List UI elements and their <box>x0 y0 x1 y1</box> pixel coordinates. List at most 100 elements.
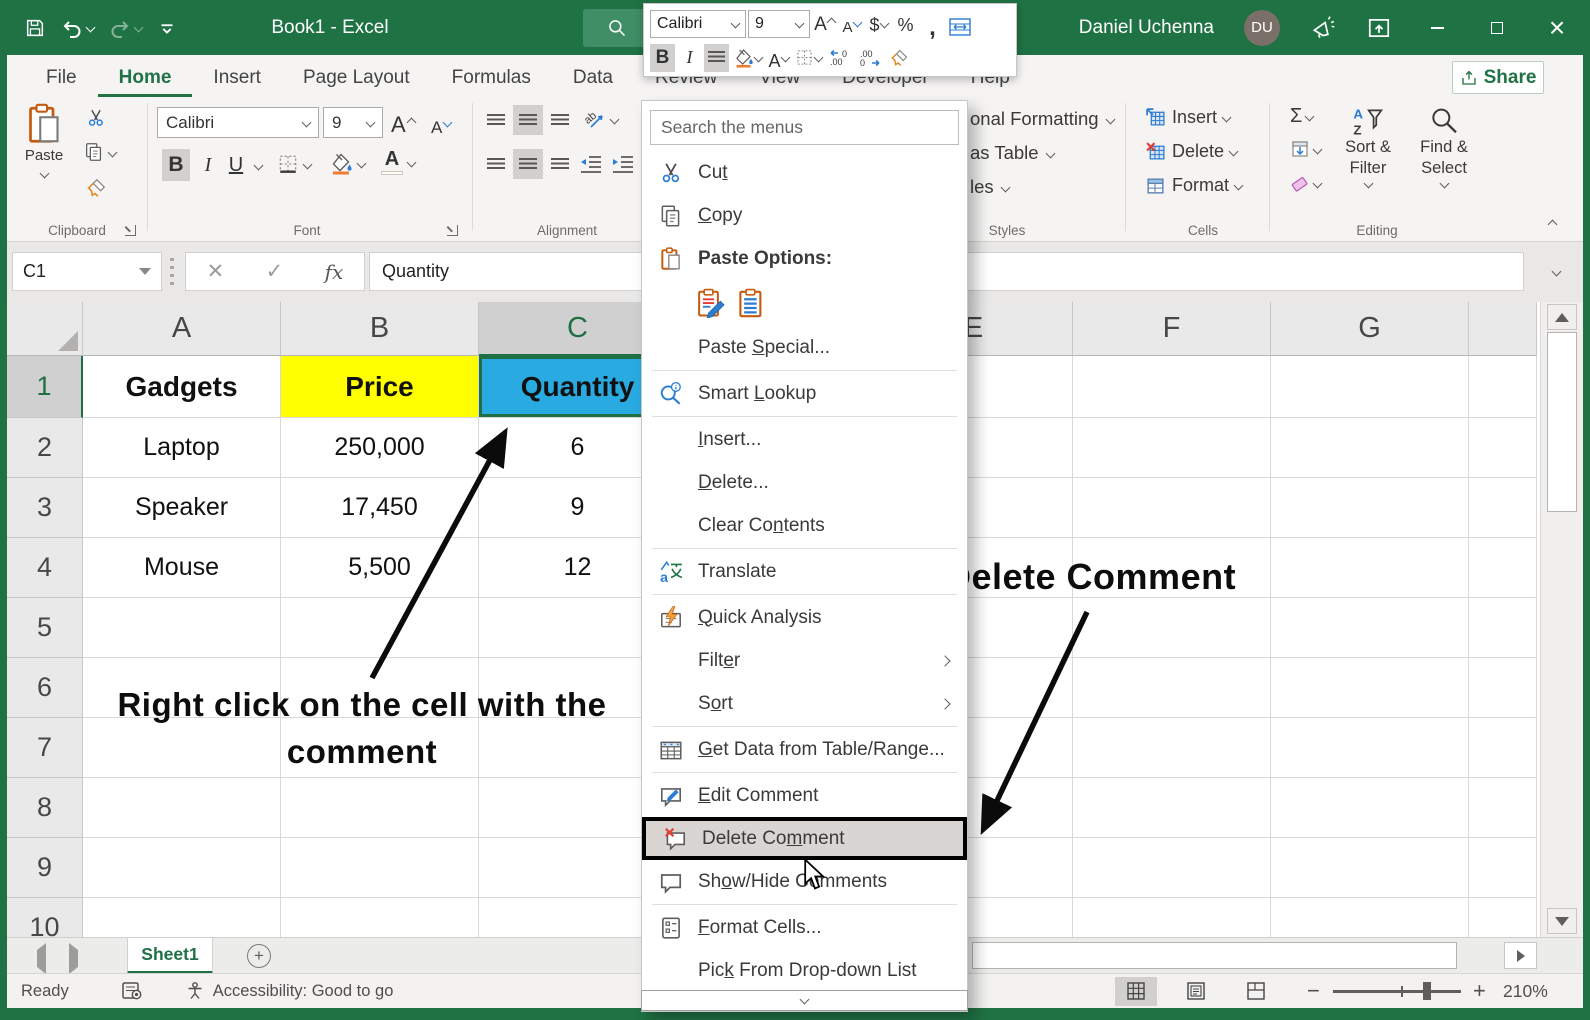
cell[interactable] <box>1073 418 1271 478</box>
tab-file[interactable]: File <box>25 59 98 97</box>
fill-color-icon[interactable] <box>329 151 365 175</box>
menu-item-get-data-from-table-range[interactable]: Get Data from Table/Range... <box>642 728 967 771</box>
mini-accounting-format-icon[interactable]: $ <box>866 10 891 38</box>
menu-item-edit-comment[interactable]: Edit Comment <box>642 774 967 817</box>
row-header-1[interactable]: 1 <box>7 356 83 418</box>
cell[interactable] <box>83 898 281 937</box>
cell[interactable] <box>281 898 479 937</box>
cell[interactable] <box>1073 778 1271 838</box>
row-header-3[interactable]: 3 <box>7 478 83 538</box>
cell[interactable] <box>1469 718 1537 778</box>
mini-merge-center-icon[interactable] <box>947 10 973 38</box>
collapse-ribbon-icon[interactable] <box>1548 220 1558 230</box>
cell[interactable] <box>83 838 281 898</box>
cell[interactable] <box>281 778 479 838</box>
cell[interactable] <box>1271 356 1469 418</box>
cell[interactable] <box>1073 356 1271 418</box>
delete-cells-button[interactable]: Delete <box>1145 141 1237 162</box>
minimize-button[interactable] <box>1422 13 1452 43</box>
format-painter-icon[interactable] <box>85 177 107 199</box>
format-as-table-fragment[interactable]: as Table <box>970 142 1054 164</box>
autosum-button[interactable]: Σ <box>1290 105 1313 128</box>
cell[interactable] <box>1469 838 1537 898</box>
mini-percent-format-icon[interactable]: % <box>893 10 918 38</box>
mini-fill-color-icon[interactable] <box>731 44 764 72</box>
borders-icon[interactable] <box>277 153 311 175</box>
cell[interactable] <box>1073 658 1271 718</box>
cell[interactable] <box>1469 478 1537 538</box>
underline-button[interactable]: U <box>223 149 249 181</box>
align-right-icon[interactable] <box>545 149 575 179</box>
column-header-a[interactable]: A <box>83 302 281 356</box>
cell[interactable] <box>83 598 281 658</box>
row-header-6[interactable]: 6 <box>7 658 83 718</box>
menu-item-delete-comment[interactable]: Delete Comment <box>642 817 967 860</box>
cell[interactable] <box>1271 838 1469 898</box>
menu-item-translate[interactable]: aTranslate <box>642 550 967 593</box>
cell[interactable] <box>1469 418 1537 478</box>
prev-sheet-icon[interactable] <box>37 950 46 968</box>
cell[interactable]: 5,500 <box>281 538 479 598</box>
column-header-b[interactable]: B <box>281 302 479 356</box>
expand-formula-bar-icon[interactable] <box>1531 252 1581 291</box>
align-bottom-icon[interactable] <box>545 105 575 135</box>
format-cells-button[interactable]: Format <box>1145 175 1242 196</box>
row-header-5[interactable]: 5 <box>7 598 83 658</box>
cell[interactable]: 250,000 <box>281 418 479 478</box>
undo-icon[interactable] <box>60 16 94 40</box>
insert-cells-button[interactable]: Insert <box>1145 107 1230 128</box>
cell[interactable] <box>1271 658 1469 718</box>
menu-item-delete[interactable]: Delete... <box>642 461 967 504</box>
sheet-tab-sheet1[interactable]: Sheet1 <box>127 938 213 974</box>
zoom-level[interactable]: 210% <box>1503 981 1548 1002</box>
cell[interactable]: Mouse <box>83 538 281 598</box>
menu-scroll-down-strip[interactable] <box>641 990 968 1011</box>
row-header-8[interactable]: 8 <box>7 778 83 838</box>
row-header-7[interactable]: 7 <box>7 718 83 778</box>
name-box[interactable]: C1 <box>12 252 162 291</box>
close-button[interactable]: × <box>1542 13 1572 43</box>
cell[interactable] <box>1271 718 1469 778</box>
cell[interactable]: Speaker <box>83 478 281 538</box>
cell[interactable] <box>1469 898 1537 937</box>
cell[interactable] <box>1073 718 1271 778</box>
save-icon[interactable] <box>24 17 46 39</box>
ribbon-display-options-icon[interactable] <box>1366 15 1392 41</box>
scroll-down-icon[interactable] <box>1547 908 1577 934</box>
cell[interactable] <box>1469 778 1537 838</box>
align-left-icon[interactable] <box>481 149 511 179</box>
mini-decrease-font-icon[interactable]: A <box>839 10 864 38</box>
vertical-scrollbar[interactable] <box>1540 302 1583 937</box>
row-header-9[interactable]: 9 <box>7 838 83 898</box>
mini-italic-button[interactable]: I <box>677 44 702 72</box>
page-layout-view-icon[interactable] <box>1175 977 1217 1006</box>
clear-eraser-icon[interactable] <box>1290 173 1321 193</box>
menu-item-format-cells[interactable]: Format Cells... <box>642 906 967 949</box>
cell[interactable] <box>1469 658 1537 718</box>
normal-view-icon[interactable] <box>1115 977 1157 1006</box>
row-header-2[interactable]: 2 <box>7 418 83 478</box>
macro-record-icon[interactable] <box>121 981 143 1001</box>
cell[interactable] <box>1073 838 1271 898</box>
menu-item-smart-lookup[interactable]: Smart Lookup <box>642 372 967 415</box>
align-center-icon[interactable] <box>513 149 543 179</box>
font-color-icon[interactable]: A <box>381 149 415 175</box>
cell[interactable]: Gadgets <box>83 356 281 418</box>
tab-home[interactable]: Home <box>98 59 193 97</box>
orientation-icon[interactable]: ab <box>583 107 618 131</box>
scroll-up-icon[interactable] <box>1547 304 1577 330</box>
row-header-4[interactable]: 4 <box>7 538 83 598</box>
mini-font-name-combo[interactable]: Calibri <box>650 10 746 38</box>
cell[interactable] <box>281 838 479 898</box>
menu-search-input[interactable]: Search the menus <box>650 110 959 145</box>
customize-quick-access-icon[interactable] <box>156 17 178 39</box>
paste-button[interactable]: Paste <box>18 103 70 182</box>
cell[interactable] <box>1271 538 1469 598</box>
font-name-combo[interactable]: Calibri <box>157 107 319 138</box>
feedback-megaphone-icon[interactable] <box>1310 15 1336 41</box>
user-name[interactable]: Daniel Uchenna <box>1079 17 1214 39</box>
paste-values-icon[interactable] <box>736 288 766 318</box>
cell[interactable] <box>1271 898 1469 937</box>
cell[interactable] <box>1073 898 1271 937</box>
mini-borders-icon[interactable] <box>793 44 824 72</box>
